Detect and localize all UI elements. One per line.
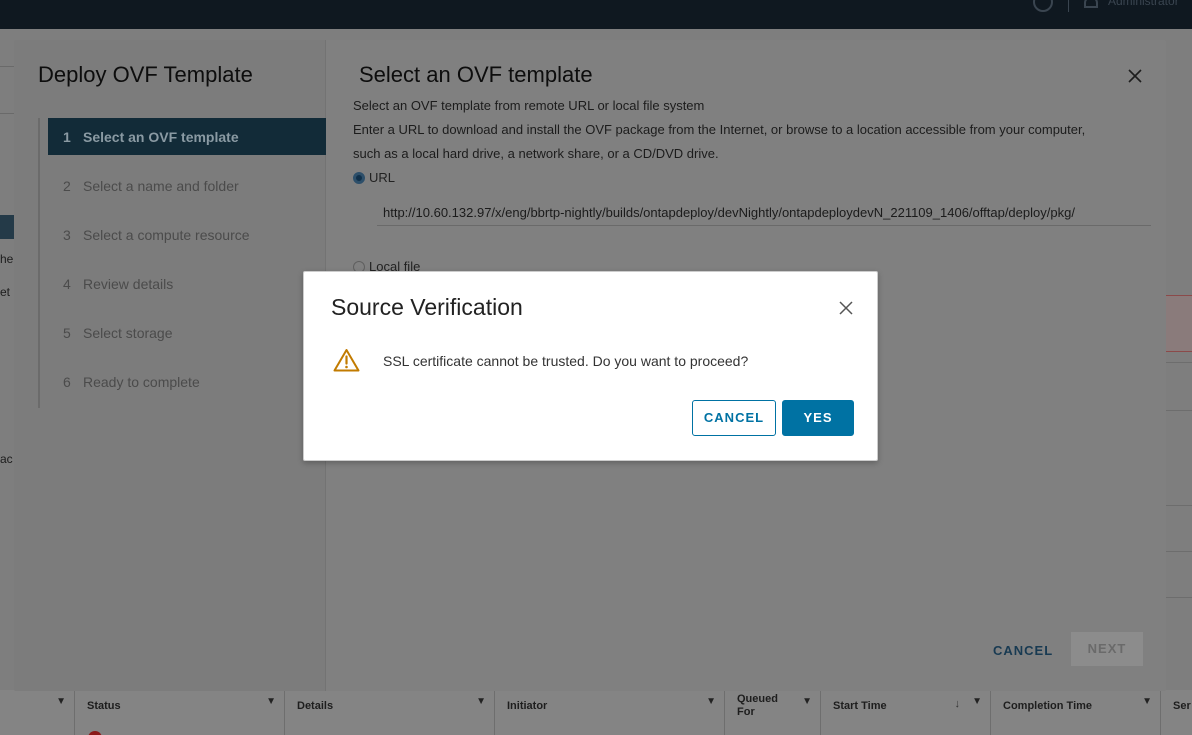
column-label: Status <box>87 700 121 712</box>
filter-icon[interactable]: ▼ <box>706 696 716 707</box>
yes-button[interactable]: YES <box>782 400 854 436</box>
url-radio-label[interactable]: URL <box>369 170 395 185</box>
step-label: Select an OVF template <box>83 129 239 145</box>
table-header-initiator[interactable]: Initiator ▼ <box>494 690 724 735</box>
source-verification-dialog: Source Verification SSL certificate cann… <box>303 271 878 461</box>
wizard-next-button[interactable]: NEXT <box>1071 632 1143 666</box>
background-divider <box>1166 597 1192 598</box>
column-label: Initiator <box>507 700 548 712</box>
table-header-cell: ▼ <box>0 690 74 735</box>
filter-icon[interactable]: ▼ <box>476 696 486 707</box>
content-description: Enter a URL to download and install the … <box>353 122 1086 137</box>
background-divider <box>1166 362 1192 363</box>
wizard-title: Deploy OVF Template <box>38 62 253 87</box>
table-header-start-time[interactable]: Start Time ↓ ▼ <box>820 690 990 735</box>
filter-icon[interactable]: ▼ <box>266 696 276 707</box>
dialog-message: SSL certificate cannot be trusted. Do yo… <box>383 353 749 369</box>
table-header-details[interactable]: Details ▼ <box>284 690 494 735</box>
background-text-fragment: he <box>0 252 14 266</box>
app-header: Administrator <box>0 0 1192 29</box>
background-divider <box>1166 410 1192 411</box>
background-selected-item <box>0 215 14 239</box>
url-radio[interactable] <box>353 172 365 184</box>
header-divider <box>1068 0 1069 12</box>
filter-icon[interactable]: ▼ <box>972 696 982 707</box>
column-label: Completion Time <box>1003 700 1093 712</box>
column-label: Queued For <box>737 693 778 718</box>
url-input-value: http://10.60.132.97/x/eng/bbrtp-nightly/… <box>383 205 1075 220</box>
step-label: Select storage <box>83 325 173 341</box>
wizard-step-4: 4 Review details <box>48 265 326 302</box>
wizard-step-1[interactable]: 1 Select an OVF template <box>48 118 326 155</box>
column-label: Start Time <box>833 700 887 712</box>
column-label: Details <box>297 700 334 712</box>
wizard-step-3: 3 Select a compute resource <box>48 216 326 253</box>
filter-icon[interactable]: ▼ <box>802 696 812 707</box>
column-label: Ser <box>1173 700 1191 712</box>
background-alert-row <box>1166 295 1192 352</box>
wizard-step-5: 5 Select storage <box>48 314 326 351</box>
sort-descending-icon[interactable]: ↓ <box>955 698 961 710</box>
table-header-completion-time[interactable]: Completion Time ▼ <box>990 690 1160 735</box>
step-number: 4 <box>63 276 71 292</box>
step-number: 2 <box>63 178 71 194</box>
background-divider <box>0 66 14 67</box>
background-text-fragment: et <box>0 285 11 299</box>
table-header-queued-for[interactable]: Queued For ▼ <box>724 690 820 735</box>
content-title: Select an OVF template <box>359 62 593 87</box>
step-number: 3 <box>63 227 71 243</box>
wizard-cancel-button[interactable]: CANCEL <box>993 643 1053 658</box>
wizard-sidebar: Deploy OVF Template 1 Select an OVF temp… <box>14 40 326 691</box>
wizard-step-6: 6 Ready to complete <box>48 363 326 400</box>
step-number: 1 <box>63 129 71 145</box>
step-label: Select a compute resource <box>83 227 250 243</box>
cancel-button[interactable]: CANCEL <box>692 400 776 436</box>
step-label: Select a name and folder <box>83 178 239 194</box>
background-divider <box>1166 505 1192 506</box>
url-input[interactable]: http://10.60.132.97/x/eng/bbrtp-nightly/… <box>377 200 1151 226</box>
close-icon[interactable] <box>839 301 853 315</box>
background-divider <box>0 113 14 114</box>
background-divider <box>1166 551 1192 552</box>
refresh-icon[interactable] <box>1033 0 1053 12</box>
user-icon[interactable] <box>1084 0 1098 8</box>
step-label: Ready to complete <box>83 374 200 390</box>
content-subtitle: Select an OVF template from remote URL o… <box>353 98 705 113</box>
filter-icon[interactable]: ▼ <box>56 696 66 707</box>
step-number: 6 <box>63 374 71 390</box>
background-text-fragment: ac <box>0 452 13 466</box>
step-number: 5 <box>63 325 71 341</box>
step-label: Review details <box>83 276 174 292</box>
warning-triangle-icon <box>333 349 360 372</box>
content-description: such as a local hard drive, a network sh… <box>353 146 719 161</box>
wizard-steps: 1 Select an OVF template 2 Select a name… <box>38 118 326 408</box>
dialog-title: Source Verification <box>331 294 523 320</box>
wizard-step-2: 2 Select a name and folder <box>48 167 326 204</box>
user-menu-label[interactable]: Administrator <box>1108 0 1179 8</box>
wizard-close-icon[interactable] <box>1127 68 1143 84</box>
filter-icon[interactable]: ▼ <box>1142 696 1152 707</box>
table-header-status[interactable]: Status ▼ <box>74 690 284 735</box>
table-header-server[interactable]: Ser <box>1160 690 1192 735</box>
